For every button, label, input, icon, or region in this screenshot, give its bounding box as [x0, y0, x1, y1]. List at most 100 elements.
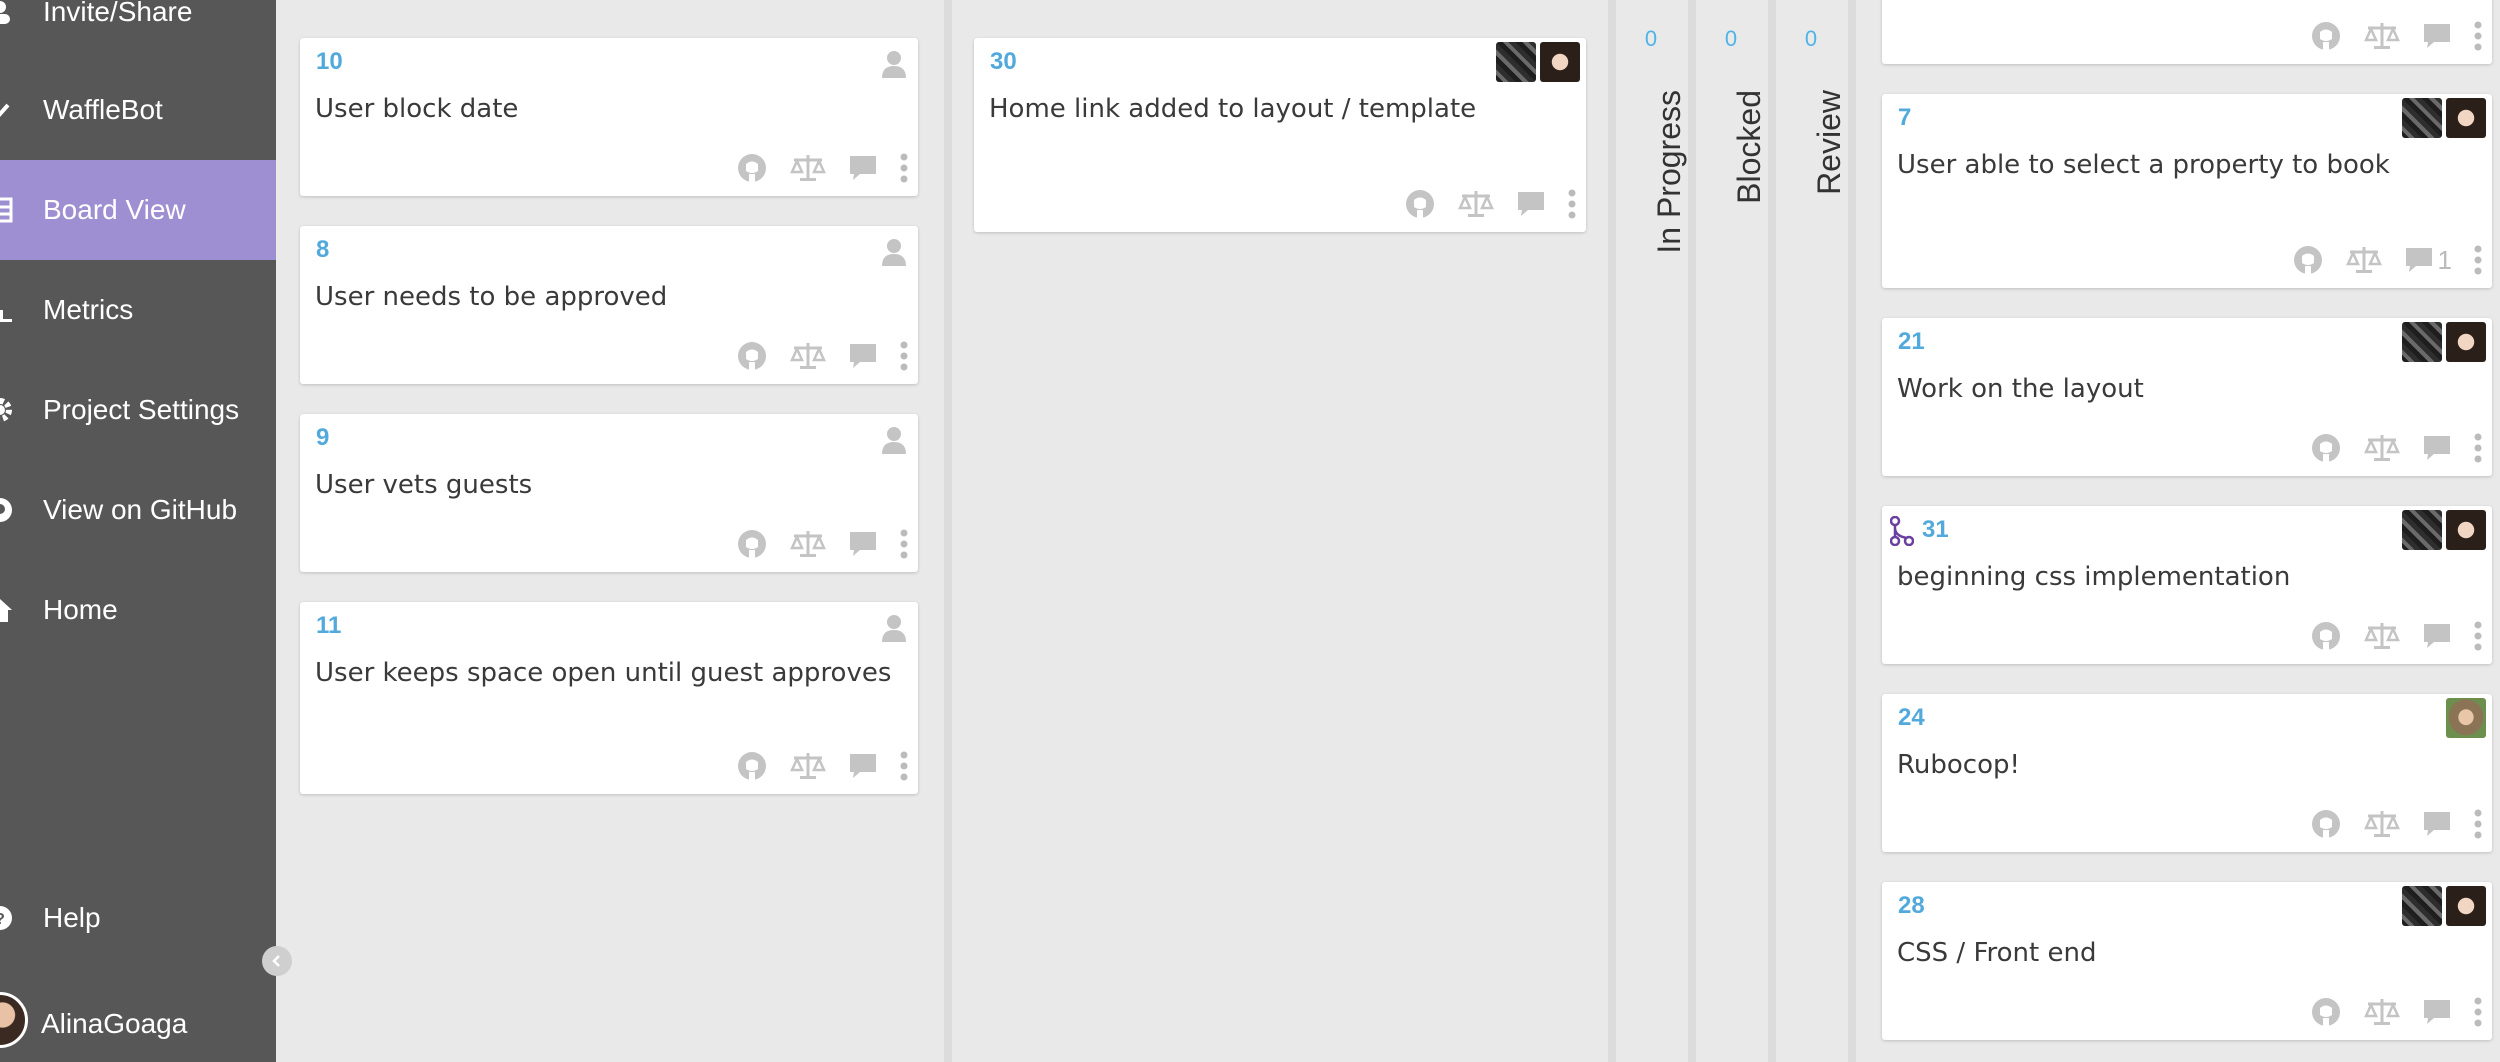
avatar[interactable] [2446, 98, 2486, 138]
scale-icon[interactable] [2345, 245, 2382, 275]
assignee-placeholder-icon[interactable] [882, 238, 906, 271]
card-number[interactable]: 24 [1898, 704, 1925, 732]
card-title: CSS / Front end [1897, 938, 2097, 968]
avatar[interactable] [1540, 42, 1580, 82]
more-options-icon[interactable] [2474, 21, 2482, 51]
card[interactable]: 21 Work on the layout [1882, 318, 2492, 476]
comment-icon[interactable] [2422, 622, 2452, 650]
card-number[interactable]: 9 [316, 424, 329, 452]
github-icon[interactable] [2310, 432, 2342, 464]
sidebar-item-home[interactable]: Home [0, 560, 276, 660]
scale-icon[interactable] [2364, 997, 2400, 1027]
card-number[interactable]: 7 [1898, 104, 1911, 132]
card-number[interactable]: 21 [1898, 328, 1925, 356]
comment-icon[interactable] [2422, 810, 2452, 838]
assignee-placeholder-icon[interactable] [882, 614, 906, 647]
comment-icon[interactable] [1516, 190, 1546, 218]
scale-icon[interactable] [2364, 433, 2400, 463]
scale-icon[interactable] [790, 341, 826, 371]
comment-icon[interactable] [2422, 434, 2452, 462]
comment-icon[interactable] [2422, 998, 2452, 1026]
avatar[interactable] [1496, 42, 1536, 82]
scale-icon[interactable] [1458, 189, 1494, 219]
comment-count-button[interactable]: 1 [2404, 245, 2452, 276]
comment-icon[interactable] [848, 752, 878, 780]
card-number[interactable]: 31 [1922, 516, 1949, 544]
avatar[interactable] [2446, 322, 2486, 362]
github-icon[interactable] [2310, 620, 2342, 652]
sidebar-item-metrics[interactable]: Metrics [0, 260, 276, 360]
github-icon[interactable] [1404, 188, 1436, 220]
github-icon[interactable] [2310, 808, 2342, 840]
avatar[interactable] [2446, 698, 2486, 738]
more-options-icon[interactable] [2474, 433, 2482, 463]
card[interactable]: 31 beginning css implementation [1882, 506, 2492, 664]
sidebar-item-project-settings[interactable]: Project Settings [0, 360, 276, 460]
more-options-icon[interactable] [2474, 809, 2482, 839]
card-number[interactable]: 11 [316, 612, 341, 640]
more-options-icon[interactable] [2474, 621, 2482, 651]
card[interactable]: 28 CSS / Front end [1882, 882, 2492, 1040]
avatar[interactable] [2446, 886, 2486, 926]
avatar[interactable] [2446, 510, 2486, 550]
sidebar-item-view-on-github[interactable]: View on GitHub [0, 460, 276, 560]
comment-icon[interactable] [2422, 22, 2452, 50]
card-number[interactable]: 8 [316, 236, 329, 264]
avatar[interactable] [2402, 322, 2442, 362]
sidebar-item-help[interactable]: ? Help [0, 868, 276, 968]
scale-icon[interactable] [790, 529, 826, 559]
more-options-icon[interactable] [900, 751, 908, 781]
card[interactable]: 7 User able to select a property to book… [1882, 94, 2492, 288]
card[interactable]: 9 User vets guests [300, 414, 918, 572]
github-icon[interactable] [736, 152, 768, 184]
card-number[interactable]: 10 [316, 48, 343, 76]
more-options-icon[interactable] [2474, 997, 2482, 1027]
card-title: User needs to be approved [315, 282, 668, 312]
github-icon[interactable] [736, 528, 768, 560]
card-number[interactable]: 30 [990, 48, 1017, 76]
sidebar-user[interactable]: AlinaGoaga [0, 974, 276, 1062]
sidebar-item-board-view[interactable]: Board View [0, 160, 276, 260]
collapsed-column-blocked[interactable]: 0 Blocked [1696, 0, 1767, 1062]
more-options-icon[interactable] [2474, 245, 2482, 275]
card-number[interactable]: 28 [1898, 892, 1925, 920]
scale-icon[interactable] [2364, 809, 2400, 839]
github-icon[interactable] [2292, 244, 2324, 276]
more-options-icon[interactable] [900, 341, 908, 371]
scale-icon[interactable] [2364, 21, 2400, 51]
avatar[interactable] [2402, 510, 2442, 550]
sidebar-item-wafflebot[interactable]: WaffleBot [0, 60, 276, 160]
comment-icon[interactable] [848, 342, 878, 370]
more-options-icon[interactable] [1568, 189, 1576, 219]
collapsed-column-review[interactable]: 0 Review [1776, 0, 1847, 1062]
card[interactable]: 30 Home link added to layout / template [974, 38, 1586, 232]
help-icon: ? [0, 904, 14, 932]
comment-icon[interactable] [848, 530, 878, 558]
card[interactable]: 11 User keeps space open until guest app… [300, 602, 918, 794]
assignee-placeholder-icon[interactable] [882, 50, 906, 83]
github-icon[interactable] [736, 750, 768, 782]
github-icon[interactable] [2310, 20, 2342, 52]
collapsed-column-in-progress[interactable]: 0 In Progress [1616, 0, 1687, 1062]
scale-icon[interactable] [790, 751, 826, 781]
scale-icon[interactable] [790, 153, 826, 183]
assignee-placeholder-icon[interactable] [882, 426, 906, 459]
column-title: Blocked [1731, 90, 1767, 204]
card-title: Rubocop! [1897, 750, 2020, 780]
github-icon[interactable] [736, 340, 768, 372]
card[interactable] [1882, 0, 2492, 64]
card[interactable]: 24 Rubocop! [1882, 694, 2492, 852]
card[interactable]: 10 User block date [300, 38, 918, 196]
sidebar-item-invite-share[interactable]: Invite/Share [0, 0, 276, 62]
github-icon[interactable] [2310, 996, 2342, 1028]
more-options-icon[interactable] [900, 529, 908, 559]
avatar[interactable] [2402, 98, 2442, 138]
more-options-icon[interactable] [900, 153, 908, 183]
card[interactable]: 8 User needs to be approved [300, 226, 918, 384]
assignees [2402, 886, 2486, 926]
collapse-sidebar-button[interactable] [262, 946, 292, 976]
avatar[interactable] [2402, 886, 2442, 926]
scale-icon[interactable] [2364, 621, 2400, 651]
github-icon [0, 496, 14, 524]
comment-icon[interactable] [848, 154, 878, 182]
